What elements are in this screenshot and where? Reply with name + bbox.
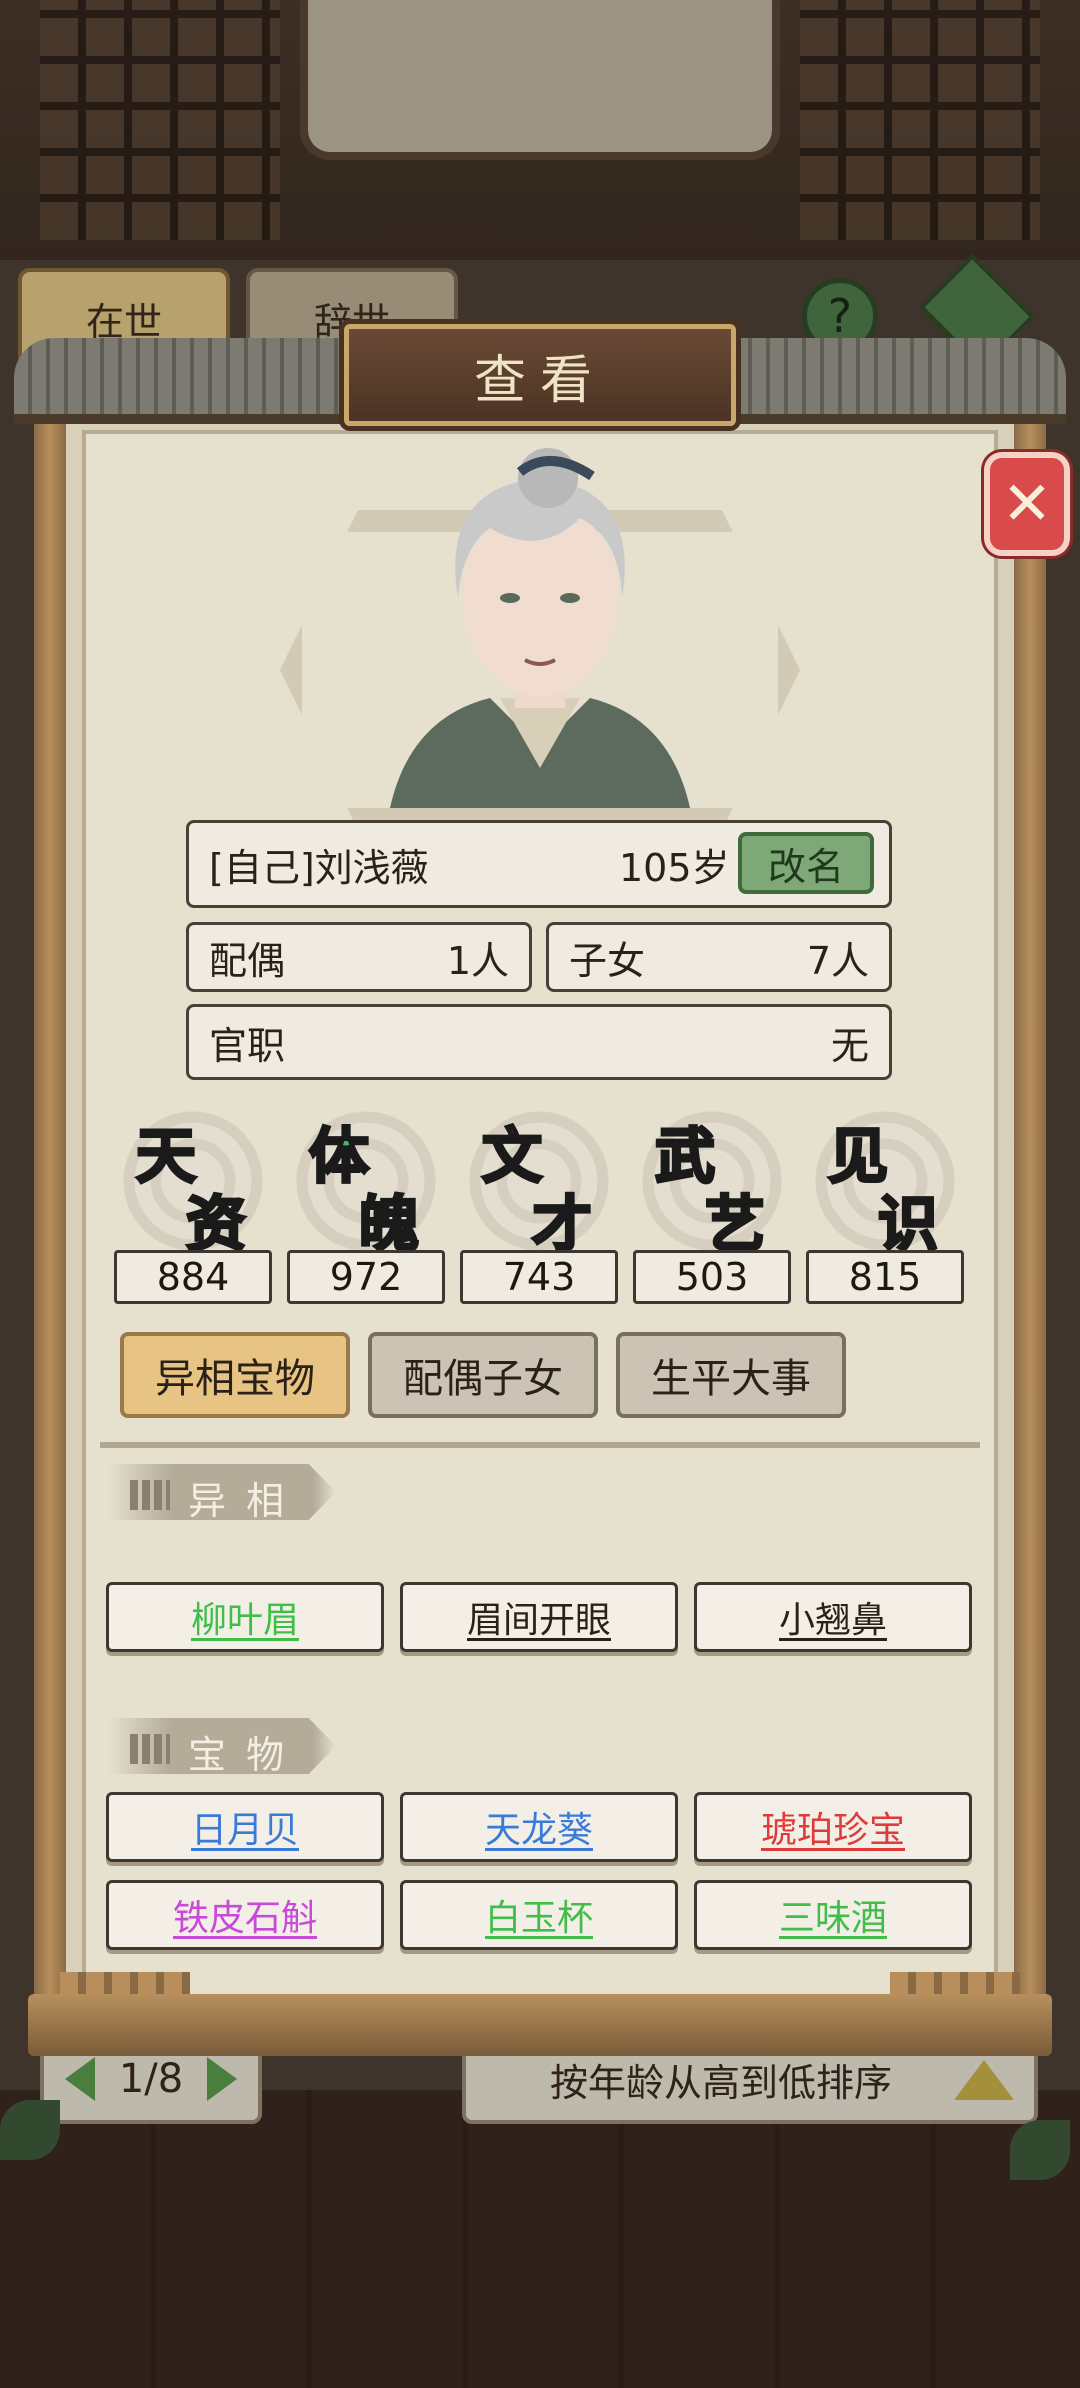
office-row: 官职 无: [186, 1004, 892, 1080]
pattern-icon: [130, 1734, 170, 1764]
character-name: [自己]刘浅薇: [209, 845, 429, 890]
pattern-icon: [130, 1480, 170, 1510]
dialog-title-plaque: 查看: [344, 324, 736, 426]
treasures-section-title: 宝物: [188, 1733, 305, 1777]
character-age: 105岁: [619, 845, 730, 890]
tab-life-events[interactable]: 生平大事: [616, 1332, 846, 1418]
traits-section-header: 异相: [108, 1464, 336, 1520]
treasure-button[interactable]: 铁皮石斛: [106, 1880, 384, 1950]
spouse-count: 1人: [446, 938, 509, 983]
close-icon: ✕: [1001, 469, 1053, 539]
attribute-value: 815: [806, 1250, 964, 1304]
attribute-value: 503: [633, 1250, 791, 1304]
treasure-button[interactable]: 白玉杯: [400, 1880, 678, 1950]
dialog-title: 查看: [473, 350, 606, 411]
children-count: 7人: [806, 938, 869, 983]
office-value: 无: [830, 1023, 869, 1068]
treasure-button[interactable]: 日月贝: [106, 1792, 384, 1862]
section-divider: [100, 1442, 980, 1448]
trait-button[interactable]: 小翘鼻: [694, 1582, 972, 1652]
spouse-label: 配偶: [209, 938, 286, 983]
attribute-value: 884: [114, 1250, 272, 1304]
character-portrait: [390, 448, 690, 808]
attribute-value: 972: [287, 1250, 445, 1304]
eye-left: [500, 593, 520, 603]
treasures-section-header: 宝物: [108, 1718, 336, 1774]
treasure-button[interactable]: 琥珀珍宝: [694, 1792, 972, 1862]
attribute-value: 743: [460, 1250, 618, 1304]
eye-right: [560, 593, 580, 603]
trait-button[interactable]: 眉间开眼: [400, 1582, 678, 1652]
tab-spouse-children[interactable]: 配偶子女: [368, 1332, 598, 1418]
frame-base: [28, 1994, 1052, 2056]
traits-section-title: 异相: [188, 1479, 305, 1523]
tab-traits-treasures[interactable]: 异相宝物: [120, 1332, 350, 1418]
trait-button[interactable]: 柳叶眉: [106, 1582, 384, 1652]
close-button[interactable]: ✕: [984, 452, 1070, 556]
office-label: 官职: [209, 1023, 286, 1068]
spouse-row[interactable]: 配偶 1人: [186, 922, 532, 992]
frame-pillar-left: [34, 410, 66, 2030]
children-label: 子女: [569, 938, 646, 983]
treasure-button[interactable]: 天龙葵: [400, 1792, 678, 1862]
frame-pillar-right: [1014, 410, 1046, 2030]
children-row[interactable]: 子女 7人: [546, 922, 892, 992]
rename-button[interactable]: 改名: [738, 832, 874, 894]
treasure-button[interactable]: 三味酒: [694, 1880, 972, 1950]
